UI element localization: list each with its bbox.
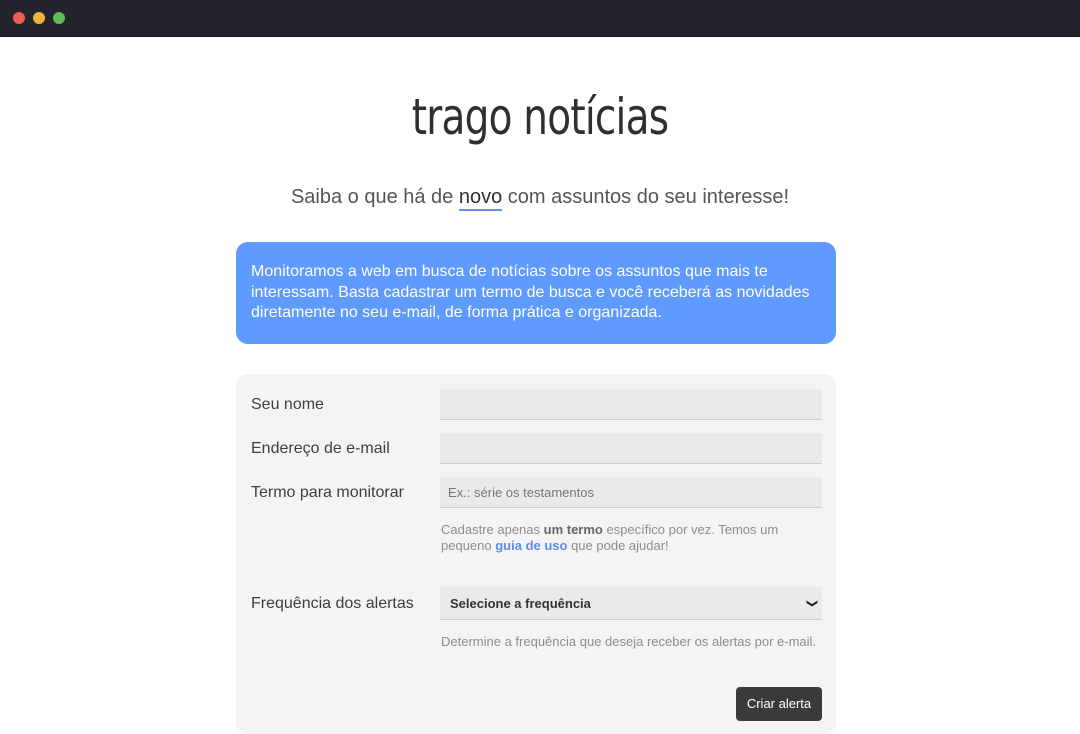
tagline-text-after: com assuntos do seu interesse! <box>502 186 790 208</box>
site-logo[interactable]: trago notícias <box>119 82 961 152</box>
alert-form: Seu nome Endereço de e-mail Termo para m… <box>236 374 836 734</box>
maximize-window-button[interactable] <box>53 12 65 24</box>
term-help-part-1: Cadastre apenas <box>441 522 544 537</box>
minimize-window-button[interactable] <box>33 12 45 24</box>
tagline: Saiba o que há de novo com assuntos do s… <box>0 186 1080 211</box>
create-alert-button[interactable]: Criar alerta <box>736 687 822 721</box>
email-label: Endereço de e-mail <box>251 440 390 457</box>
tagline-highlight: novo <box>458 186 503 211</box>
term-input[interactable] <box>440 477 822 508</box>
term-help-bold: um termo <box>543 522 603 537</box>
window-titlebar <box>0 0 1080 37</box>
usage-guide-link[interactable]: guia de uso <box>495 538 567 553</box>
frequency-selected-value: Selecione a frequência <box>450 596 591 611</box>
term-help-text: Cadastre apenas um termo específico por … <box>441 522 831 554</box>
name-label: Seu nome <box>251 396 324 413</box>
frequency-help-text: Determine a frequência que deseja recebe… <box>441 634 817 649</box>
term-label: Termo para monitorar <box>251 484 404 501</box>
term-help-part-3: que pode ajudar! <box>567 538 669 553</box>
frequency-select[interactable]: Selecione a frequência ❯ <box>440 587 822 620</box>
frequency-label: Frequência dos alertas <box>251 595 414 612</box>
email-input[interactable] <box>440 433 822 464</box>
chevron-down-icon: ❯ <box>805 598 818 609</box>
tagline-text-before: Saiba o que há de <box>290 186 459 208</box>
close-window-button[interactable] <box>13 12 25 24</box>
name-input[interactable] <box>440 389 822 420</box>
info-banner: Monitoramos a web em busca de notícias s… <box>236 242 836 344</box>
